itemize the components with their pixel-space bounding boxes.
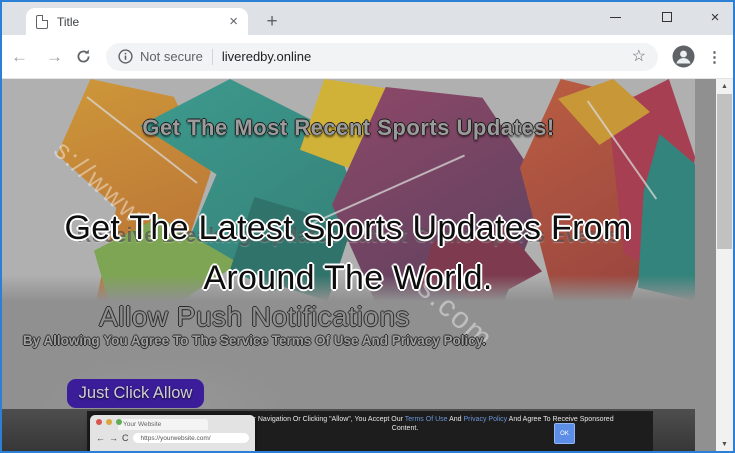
- page-scrollbar[interactable]: ▲ ▼: [716, 79, 733, 451]
- window-close-icon: ×: [711, 10, 720, 25]
- top-headline: Get The Most Recent Sports Updates!: [2, 115, 695, 141]
- minimize-icon: [610, 17, 621, 18]
- page-document-icon: [36, 15, 48, 29]
- plus-icon: +: [266, 11, 277, 33]
- scrollbar-thumb[interactable]: [717, 94, 732, 249]
- push-prompt-title: Allow Push Notifications: [2, 301, 507, 333]
- omnibox-divider: [212, 49, 213, 65]
- mini-browser-navbar: ← → C https://yourwebsite.com/: [96, 433, 249, 443]
- tab-bar: Title × + ×: [2, 2, 733, 35]
- info-icon[interactable]: [118, 49, 133, 64]
- reload-icon: [75, 48, 92, 65]
- mini-reload-icon: C: [122, 434, 129, 443]
- page-viewport: s://www s.com Get The Most Recent Sports…: [2, 79, 733, 451]
- green-dot-icon: [116, 419, 122, 425]
- back-button[interactable]: ←: [2, 48, 37, 65]
- mini-browser-tab: Your Website: [118, 419, 208, 430]
- tab-label: Title: [57, 15, 229, 29]
- just-click-allow-button[interactable]: Just Click Allow: [67, 379, 204, 408]
- yellow-dot-icon: [106, 419, 112, 425]
- window-close-button[interactable]: ×: [692, 2, 735, 32]
- address-bar[interactable]: Not secure liveredby.online ☆: [106, 43, 658, 71]
- red-dot-icon: [96, 419, 102, 425]
- tab-title[interactable]: Title ×: [26, 8, 248, 35]
- forward-button[interactable]: →: [37, 48, 72, 65]
- profile-avatar[interactable]: [672, 45, 695, 68]
- window-minimize-button[interactable]: [592, 2, 638, 32]
- maximize-icon: [662, 12, 672, 22]
- push-prompt-subtitle: By Allowing You Agree To The Service Ter…: [2, 333, 507, 348]
- mini-forward-icon: →: [109, 434, 118, 443]
- main-headline: Get The Latest Sports Updates From Aroun…: [8, 203, 688, 303]
- browser-toolbar: ← → Not secure liveredby.online ☆: [2, 35, 733, 79]
- mini-browser-url: https://yourwebsite.com/: [133, 433, 250, 443]
- mini-back-icon: ←: [96, 434, 105, 443]
- new-tab-button[interactable]: +: [259, 9, 285, 35]
- privacy-policy-link[interactable]: Privacy Policy: [464, 416, 508, 423]
- mini-browser-illustration: Your Website ← → C https://yourwebsite.c…: [90, 415, 255, 451]
- consent-middle: And: [448, 416, 464, 423]
- terms-of-use-link[interactable]: Terms Of Use: [405, 416, 448, 423]
- scroll-up-arrow[interactable]: ▲: [716, 79, 733, 93]
- scroll-down-arrow[interactable]: ▼: [716, 437, 733, 451]
- browser-menu-icon[interactable]: ⋮: [707, 48, 722, 66]
- window-maximize-button[interactable]: [644, 2, 690, 32]
- browser-window: Title × + × ← →: [0, 0, 735, 453]
- avatar-icon: [672, 45, 695, 68]
- tab-close-icon[interactable]: ×: [229, 14, 238, 29]
- mini-url-text: https://yourwebsite.com/: [141, 435, 211, 442]
- reload-button[interactable]: [75, 48, 92, 65]
- bookmark-star-icon[interactable]: ☆: [632, 49, 646, 65]
- ok-button[interactable]: OK: [554, 423, 575, 444]
- security-label: Not secure: [140, 49, 203, 64]
- url-text[interactable]: liveredby.online: [222, 49, 632, 64]
